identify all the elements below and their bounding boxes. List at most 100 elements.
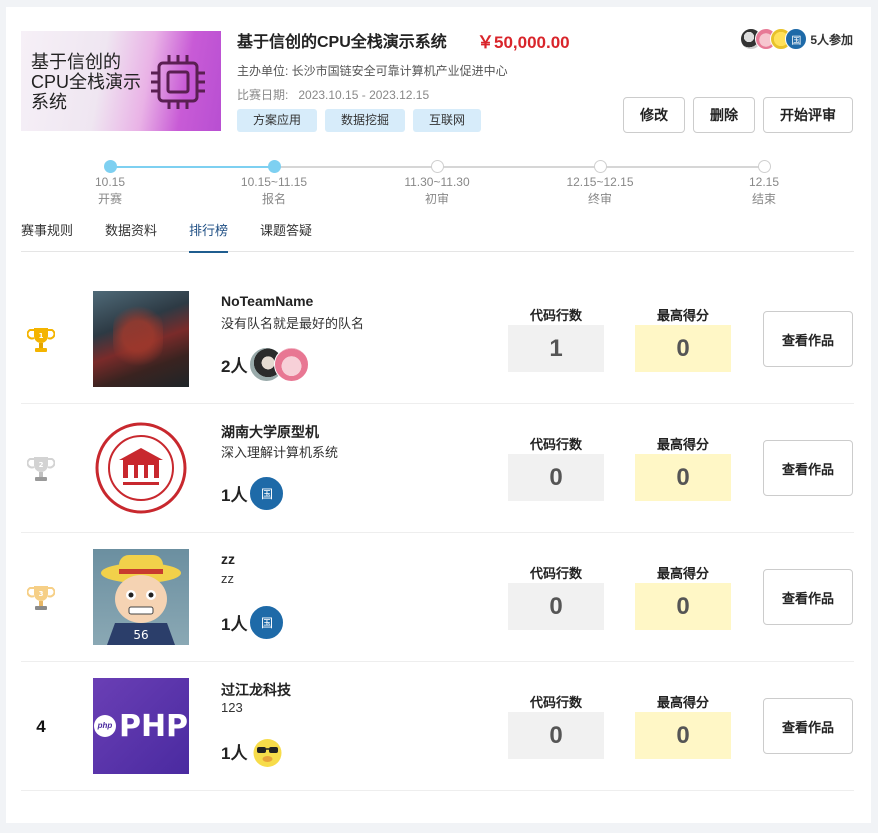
team-name: 湖南大学原型机 xyxy=(221,424,319,440)
timeline-date: 11.30~11.30 xyxy=(404,175,470,189)
team-logo xyxy=(93,420,189,516)
delete-button[interactable]: 删除 xyxy=(693,97,755,133)
competition-title: 基于信创的CPU全栈演示系统 xyxy=(237,34,447,51)
view-work-button[interactable]: 查看作品 xyxy=(763,698,853,754)
timeline-dot xyxy=(268,160,281,173)
timeline-date: 12.15~12.15 xyxy=(566,175,634,189)
competition-timeline: 10.15 开赛 10.15~11.15 报名 11.30~11.30 初审 1… xyxy=(95,160,779,210)
code-lines-value: 0 xyxy=(508,712,604,759)
rank-cell: 3 xyxy=(26,581,56,615)
member-count: 1人 xyxy=(221,615,248,634)
code-lines-label: 代码行数 xyxy=(529,695,582,710)
tag: 数据挖掘 xyxy=(325,109,406,132)
dates-value: 2023.10.15 - 2023.12.15 xyxy=(298,88,430,102)
participants: 国 5人参加 xyxy=(740,28,853,50)
banner-text: 基于信创的CPU全栈演示系统 xyxy=(31,52,142,112)
member-avatar: 国 xyxy=(249,476,285,511)
code-lines-value: 0 xyxy=(508,454,604,501)
high-score-value: 0 xyxy=(635,454,731,501)
timeline-date: 10.15~11.15 xyxy=(240,175,308,189)
cartoon-character-image: 56 xyxy=(101,555,181,645)
start-review-button[interactable]: 开始评审 xyxy=(763,97,853,133)
svg-text:1: 1 xyxy=(39,332,44,340)
timeline-dot xyxy=(104,160,117,173)
timeline-label: 报名 xyxy=(261,192,286,206)
competition-banner: 基于信创的CPU全栈演示系统 xyxy=(21,31,221,131)
rank-cell: 2 xyxy=(26,452,56,486)
rank-number: 4 xyxy=(36,717,46,736)
code-lines-value: 1 xyxy=(508,325,604,372)
table-row: 2 湖南大学原型机 深入理解计算机系统 1人 国 代码行数 0 最高得分 0 查… xyxy=(21,404,854,533)
bronze-trophy-icon: 3 xyxy=(27,586,55,610)
code-lines-label: 代码行数 xyxy=(529,566,582,581)
member-count: 1人 xyxy=(221,486,248,505)
duck-avatar-image xyxy=(253,739,282,767)
view-work-button[interactable]: 查看作品 xyxy=(763,311,853,367)
team-photo xyxy=(93,291,189,387)
rank-cell: 1 xyxy=(26,323,56,357)
team-description: 123 xyxy=(221,700,243,715)
cpu-chip-icon xyxy=(151,55,205,109)
leaderboard: 1 NoTeamName 没有队名就是最好的队名 2人 代码行数 1 最高得分 … xyxy=(21,275,854,791)
tab-bar: 赛事规则 数据资料 排行榜 课题答疑 xyxy=(21,221,854,253)
tag: 互联网 xyxy=(413,109,482,132)
team-members: 1人 国 xyxy=(221,476,285,511)
edit-button[interactable]: 修改 xyxy=(623,97,685,133)
svg-text:2: 2 xyxy=(39,461,44,469)
view-work-button[interactable]: 查看作品 xyxy=(763,440,853,496)
member-avatar: 国 xyxy=(249,605,285,640)
high-score-value: 0 xyxy=(635,583,731,630)
action-buttons: 修改 删除 开始评审 xyxy=(623,97,853,133)
code-lines-label: 代码行数 xyxy=(529,437,582,452)
university-seal-image xyxy=(95,422,187,514)
dates-label: 比赛日期: xyxy=(237,88,289,102)
code-lines-label: 代码行数 xyxy=(529,308,582,323)
team-name: NoTeamName xyxy=(221,293,314,309)
high-score-value: 0 xyxy=(635,325,731,372)
team-photo: 56 xyxy=(93,549,189,645)
timeline-date: 10.15 xyxy=(94,175,126,189)
team-logo: php PHP xyxy=(93,678,189,774)
participant-avatar: 国 xyxy=(785,28,808,50)
php-logo-badge: php xyxy=(93,715,116,737)
prize-amount: ￥50,000.00 xyxy=(477,33,570,52)
php-logo-text: PHP xyxy=(118,708,189,744)
participants-count: 5人参加 xyxy=(810,32,853,47)
member-avatar xyxy=(274,347,310,382)
silver-trophy-icon: 2 xyxy=(27,457,55,481)
timeline-progress xyxy=(110,166,274,168)
member-count: 2人 xyxy=(221,357,248,376)
timeline-label: 初审 xyxy=(424,192,449,206)
code-lines-value: 0 xyxy=(508,583,604,630)
team-name: zz xyxy=(221,551,235,567)
timeline-dot xyxy=(431,160,444,173)
photo-highlight xyxy=(113,301,163,371)
tab-data[interactable]: 数据资料 xyxy=(105,221,157,252)
timeline-label: 终审 xyxy=(587,192,612,206)
table-row: 4 php PHP 过江龙科技 123 1人 代码行数 0 最高得分 0 查看作… xyxy=(21,662,854,791)
team-members: 1人 xyxy=(221,734,285,769)
organizer: 主办单位: 长沙市国链安全可靠计算机产业促进中心 xyxy=(237,64,508,78)
timeline-label: 结束 xyxy=(751,192,776,206)
timeline-dot xyxy=(594,160,607,173)
timeline-label: 开赛 xyxy=(97,192,122,206)
team-name: 过江龙科技 xyxy=(221,682,291,698)
tab-qa[interactable]: 课题答疑 xyxy=(260,221,312,252)
tag-list: 方案应用 数据挖掘 互联网 xyxy=(237,109,482,132)
gold-trophy-icon: 1 xyxy=(27,328,55,352)
svg-text:56: 56 xyxy=(133,628,148,642)
competition-card: 基于信创的CPU全栈演示系统 基于信创的CPU全栈演示系统 ￥50,000.00… xyxy=(6,7,871,823)
team-members: 1人 国 xyxy=(221,605,285,640)
view-work-button[interactable]: 查看作品 xyxy=(763,569,853,625)
high-score-value: 0 xyxy=(635,712,731,759)
tab-leaderboard[interactable]: 排行榜 xyxy=(189,221,229,253)
member-count: 1人 xyxy=(221,744,248,763)
team-description: 没有队名就是最好的队名 xyxy=(221,316,365,331)
table-row: 1 NoTeamName 没有队名就是最好的队名 2人 代码行数 1 最高得分 … xyxy=(21,275,854,404)
team-description: 深入理解计算机系统 xyxy=(221,445,339,460)
member-avatar xyxy=(249,734,285,769)
timeline-date: 12.15 xyxy=(748,175,780,189)
svg-text:3: 3 xyxy=(39,590,44,598)
high-score-label: 最高得分 xyxy=(656,566,709,581)
tab-rules[interactable]: 赛事规则 xyxy=(21,221,73,252)
